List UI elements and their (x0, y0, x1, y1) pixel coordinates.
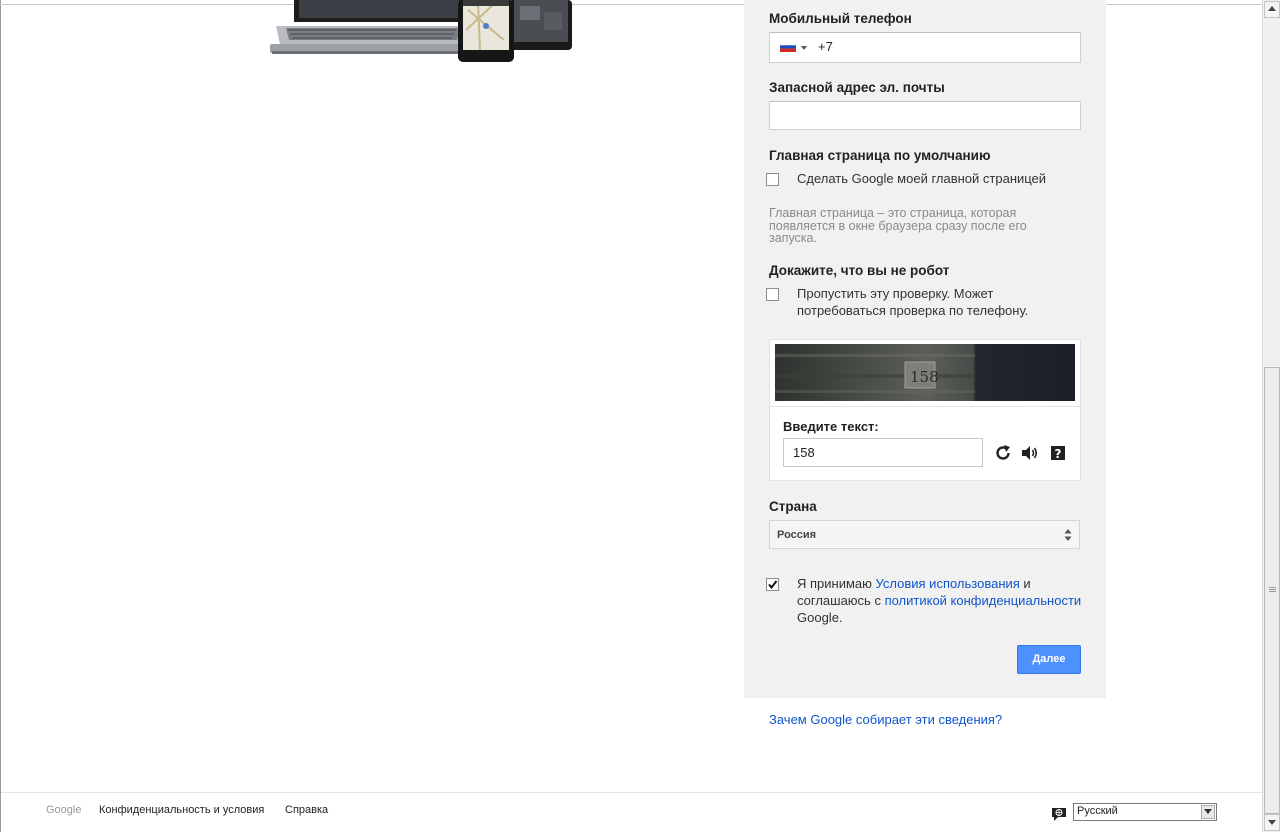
backup-email-input[interactable] (769, 101, 1081, 130)
captcha-label: Введите текст: (783, 419, 879, 434)
captcha-input[interactable]: 158 (783, 438, 983, 467)
checkmark-icon (768, 580, 778, 590)
captcha-divider (770, 406, 1080, 407)
homepage-checkbox-label[interactable]: Сделать Google моей главной страницей (797, 170, 1046, 187)
scroll-down-button[interactable] (1264, 814, 1280, 831)
footer-google[interactable]: Google (46, 804, 81, 816)
mobile-phone-label: Мобильный телефон (769, 11, 912, 26)
captcha-widget: 158 Введите текст: 158 ? (769, 339, 1081, 481)
mobile-phone-input[interactable]: +7 (769, 32, 1081, 63)
homepage-checkbox[interactable] (766, 173, 779, 186)
audio-icon[interactable] (1019, 443, 1039, 463)
footer-privacy-link[interactable]: Конфиденциальность и условия (99, 804, 264, 816)
help-icon[interactable]: ? (1048, 443, 1068, 463)
language-chat-icon (1052, 808, 1066, 821)
select-arrows-icon (1064, 529, 1072, 541)
footer-divider (1, 792, 1262, 793)
dropdown-arrow-icon[interactable] (1201, 805, 1215, 819)
country-select[interactable]: Россия (769, 520, 1080, 549)
footer-help-link[interactable]: Справка (285, 804, 328, 816)
language-select[interactable]: Русский (1073, 803, 1217, 821)
skip-captcha-label[interactable]: Пропустить эту проверку. Может потребова… (797, 285, 1047, 319)
terms-checkbox[interactable] (766, 578, 779, 591)
scroll-up-button[interactable] (1264, 1, 1280, 18)
backup-email-label: Запасной адрес эл. почты (769, 80, 945, 95)
vertical-scrollbar[interactable] (1262, 0, 1280, 832)
homepage-label: Главная страница по умолчанию (769, 148, 991, 163)
captcha-image: 158 (775, 344, 1075, 401)
russia-flag-icon[interactable] (780, 42, 796, 52)
why-info-link[interactable]: Зачем Google собирает эти сведения? (769, 712, 1002, 727)
scrollbar-thumb[interactable] (1264, 367, 1280, 814)
next-button[interactable]: Далее (1017, 645, 1081, 674)
country-code-dropdown-icon[interactable] (801, 46, 807, 50)
skip-captcha-checkbox[interactable] (766, 288, 779, 301)
refresh-icon[interactable] (993, 443, 1013, 463)
window-left-border (0, 0, 1, 832)
privacy-policy-link[interactable]: политикой конфиденциальности (885, 593, 1082, 608)
country-label: Страна (769, 499, 817, 514)
robot-check-label: Докажите, что вы не робот (769, 263, 950, 278)
homepage-hint: Главная страница – это страница, которая… (769, 206, 1027, 245)
svg-text:158: 158 (910, 368, 939, 386)
terms-of-service-link[interactable]: Условия использования (876, 576, 1020, 591)
devices-illustration (270, 0, 572, 62)
phone-country-code: +7 (818, 39, 833, 54)
terms-text: Я принимаю Условия использования и согла… (797, 576, 1082, 625)
svg-text:?: ? (1055, 447, 1062, 461)
